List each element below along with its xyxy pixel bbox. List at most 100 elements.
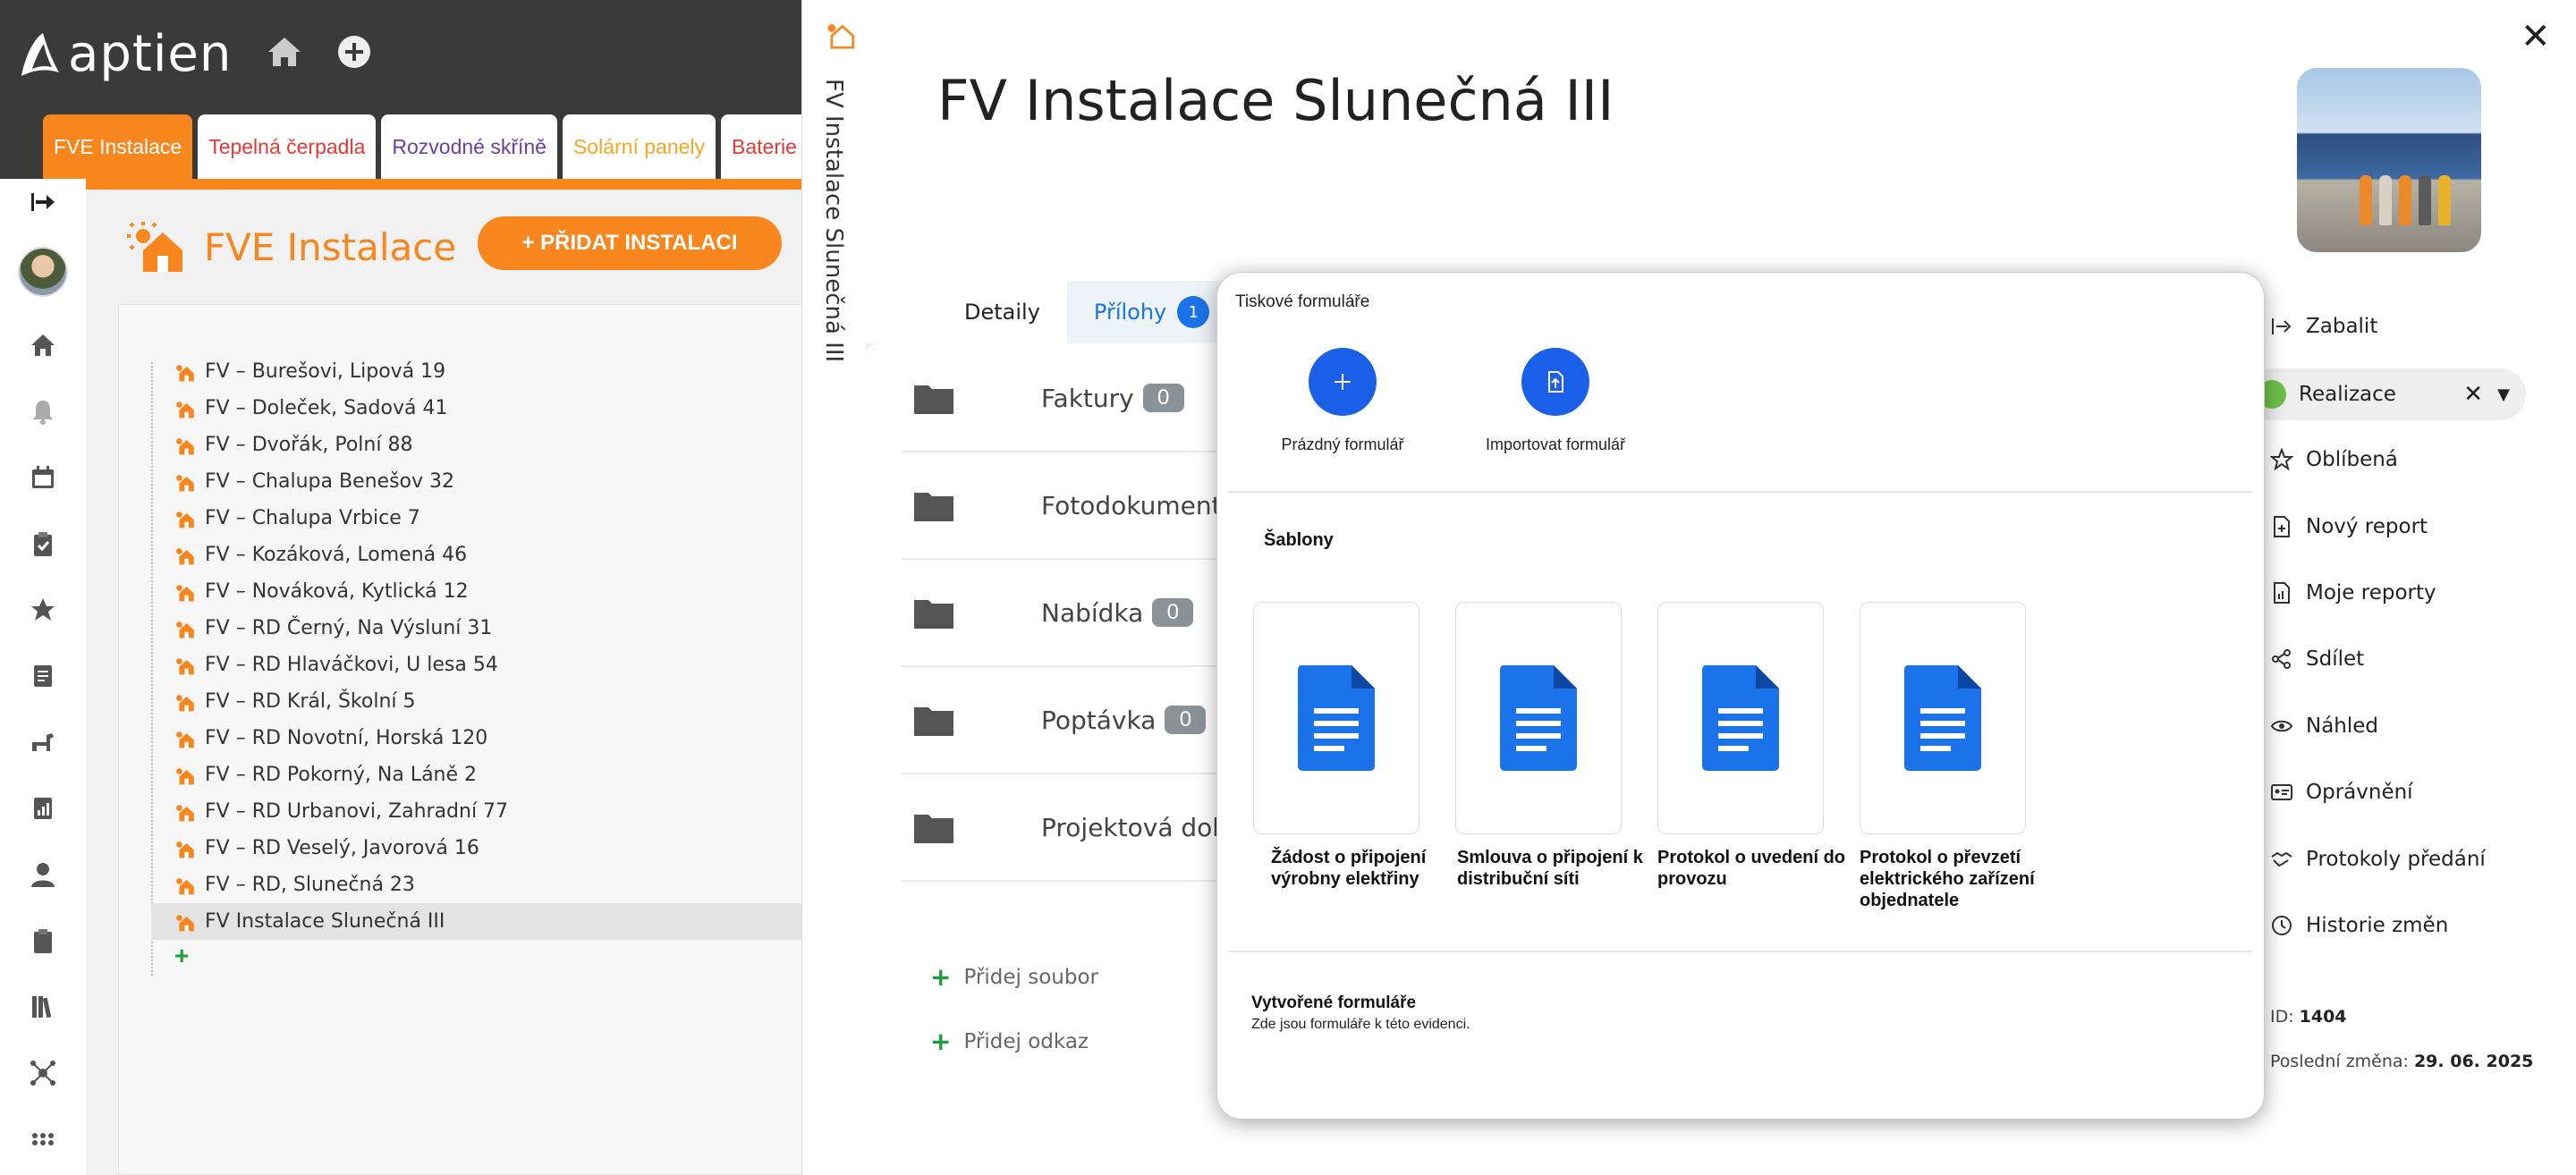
tab-baterie[interactable]: Baterie <box>721 114 808 179</box>
close-icon[interactable]: ✕ <box>2521 16 2551 57</box>
tree-item[interactable]: FV – Kozáková, Lomená 46 <box>151 537 802 573</box>
action-new-report[interactable]: Nový report <box>2270 504 2556 549</box>
add-installation-button[interactable]: + PŘIDAT INSTALACI <box>478 216 782 270</box>
detail-tabs: Detaily Přílohy 1 <box>937 281 1237 343</box>
home-icon[interactable] <box>25 327 61 363</box>
tree-item[interactable]: FV Instalace Slunečná III <box>151 903 802 940</box>
template-label: Protokol o uvedení do provozu <box>1657 848 1846 889</box>
dog-icon[interactable] <box>25 724 61 760</box>
tree-item-label: FV – RD Černý, Na Výsluní 31 <box>205 617 493 639</box>
tree-item[interactable]: FV – Doleček, Sadová 41 <box>151 390 802 427</box>
clear-icon[interactable]: ✕ <box>2463 381 2483 408</box>
template-card[interactable]: Protokol o uvedení do provozu <box>1657 602 1860 890</box>
add-tree-item-button[interactable]: + <box>151 940 802 972</box>
status-value: Realizace <box>2299 383 2396 406</box>
collapse-action[interactable]: Zabalit <box>2270 304 2556 349</box>
photo-figure <box>2438 175 2451 225</box>
action-permissions[interactable]: Oprávnění <box>2270 770 2556 815</box>
folder-name: Poptávka <box>1041 705 1157 735</box>
tree-item[interactable]: FV – RD Novotní, Horská 120 <box>151 720 802 757</box>
action-handover-protocols[interactable]: Protokoly předání <box>2270 837 2556 882</box>
tree-item[interactable]: FV – Nováková, Kytlická 12 <box>151 573 802 610</box>
tree-item[interactable]: FV – RD Černý, Na Výsluní 31 <box>151 610 802 647</box>
action-history[interactable]: Historie změn <box>2270 903 2556 948</box>
folder-count: 0 <box>1165 706 1207 734</box>
action-my-reports[interactable]: Moje reporty <box>2270 571 2556 615</box>
folder-count: 0 <box>1142 384 1184 412</box>
avatar[interactable] <box>18 247 68 297</box>
plus-icon: + <box>174 942 190 969</box>
installation-tree: FV – Burešovi, Lipová 19 FV – Doleček, Sa… <box>151 353 802 976</box>
user-icon[interactable] <box>25 857 61 892</box>
record-title: FV Instalace Slunečná III <box>937 68 1614 133</box>
tab-attachments[interactable]: Přílohy 1 <box>1066 281 1237 343</box>
calendar-icon[interactable] <box>25 460 61 495</box>
clipboard-icon[interactable] <box>25 923 61 959</box>
tab-rozvodne-skrine[interactable]: Rozvodné skříně <box>381 114 557 179</box>
status-select[interactable]: Realizace ✕ ▼ <box>2247 368 2526 420</box>
add-circle-icon[interactable] <box>335 32 374 72</box>
record-photo[interactable] <box>2297 68 2481 252</box>
add-file-link[interactable]: + Přidej soubor <box>930 962 1098 992</box>
report-icon[interactable] <box>25 790 61 826</box>
empty-form-button[interactable]: Prázdný formulář <box>1253 348 1432 454</box>
tree-item[interactable]: FV – RD Hlaváčkovi, U lesa 54 <box>151 647 802 683</box>
star-icon[interactable] <box>25 592 61 628</box>
tree-item-label: FV – Dvořák, Polní 88 <box>205 434 413 456</box>
tab-details[interactable]: Detaily <box>937 281 1067 343</box>
document-icon[interactable] <box>25 658 61 694</box>
main-panel: FVE Instalace + PŘIDAT INSTALACI FV – Bu… <box>86 190 802 1175</box>
chevron-down-icon[interactable]: ▼ <box>2497 385 2510 404</box>
tree-item-label: FV – Chalupa Benešov 32 <box>205 470 455 493</box>
tree-item[interactable]: FV – Burešovi, Lipová 19 <box>151 353 802 390</box>
logo-icon <box>21 32 59 76</box>
tree-item[interactable]: FV – RD Veselý, Javorová 16 <box>151 830 802 866</box>
share-icon <box>2272 649 2291 669</box>
template-card[interactable]: Žádost o připojení výrobny elektřiny <box>1253 602 1455 890</box>
books-icon[interactable] <box>25 989 61 1025</box>
solar-house-icon <box>176 657 194 674</box>
template-card[interactable]: Smlouva o připojení k distribuční síti <box>1455 602 1657 890</box>
tree-item[interactable]: FV – Chalupa Vrbice 7 <box>151 500 802 537</box>
tree-item[interactable]: FV – RD Urbanovi, Zahradní 77 <box>151 793 802 830</box>
tree-item[interactable]: FV – RD Král, Školní 5 <box>151 683 802 720</box>
tab-tepelna-cerpadla[interactable]: Tepelná čerpadla <box>198 114 377 179</box>
tab-solarni-panely[interactable]: Solární panely <box>562 114 716 179</box>
solar-house-icon <box>176 511 194 528</box>
tree-item-label: FV – Chalupa Vrbice 7 <box>205 507 420 529</box>
home-icon[interactable] <box>265 32 304 72</box>
template-thumbnail <box>1253 602 1419 834</box>
network-icon[interactable] <box>25 1055 61 1091</box>
last-change-label: Poslední změna: <box>2270 1052 2409 1071</box>
created-forms-description: Zde jsou formuláře k této evidenci. <box>1251 1017 1470 1032</box>
eye-icon <box>2270 720 2293 732</box>
action-preview[interactable]: Náhled <box>2270 704 2556 748</box>
tree-item[interactable]: FV – Dvořák, Polní 88 <box>151 427 802 463</box>
app-logo[interactable]: aptien <box>16 25 232 83</box>
apps-icon[interactable] <box>25 1121 61 1157</box>
tree-item-label: FV – Nováková, Kytlická 12 <box>205 580 469 603</box>
tree-item[interactable]: FV – Chalupa Benešov 32 <box>151 463 802 500</box>
solar-house-icon <box>176 584 194 601</box>
tree-item-label: FV – RD Novotní, Horská 120 <box>205 727 488 749</box>
action-favorite[interactable]: Oblíbená <box>2270 437 2556 482</box>
clipboard-check-icon[interactable] <box>25 526 61 562</box>
template-card[interactable]: Protokol o převzetí elektrického zařízen… <box>1860 602 2062 911</box>
bell-icon[interactable] <box>25 393 61 429</box>
collapse-label: Zabalit <box>2306 315 2378 338</box>
tab-fve-instalace[interactable]: FVE Instalace <box>43 114 193 179</box>
action-label: Náhled <box>2306 714 2379 738</box>
logo-text: aptien <box>68 25 233 83</box>
solar-house-icon <box>176 767 194 784</box>
action-label: Sdílet <box>2306 647 2365 671</box>
tree-item[interactable]: FV – RD, Slunečná 23 <box>151 866 802 903</box>
add-link-link[interactable]: + Přidej odkaz <box>930 1027 1089 1056</box>
solar-house-icon <box>176 364 194 381</box>
collapse-icon[interactable] <box>25 184 61 220</box>
divider <box>1228 951 2253 952</box>
action-share[interactable]: Sdílet <box>2270 637 2556 681</box>
import-form-button[interactable]: Importovat formulář <box>1466 348 1645 454</box>
file-upload-icon <box>1521 348 1589 416</box>
solar-house-icon <box>176 877 194 894</box>
tree-item[interactable]: FV – RD Pokorný, Na Láně 2 <box>151 757 802 793</box>
